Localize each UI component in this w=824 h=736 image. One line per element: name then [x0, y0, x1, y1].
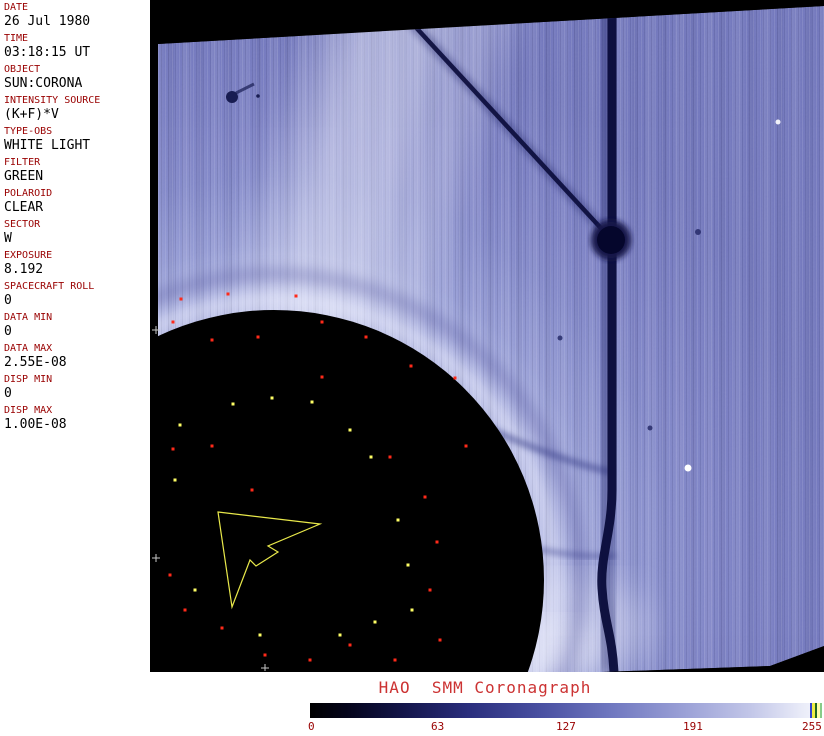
field-intensity-source: INTENSITY SOURCE (K+F)*V	[4, 95, 150, 122]
coronagraph-viewer-window: DATE 26 Jul 1980 TIME 03:18:15 UT OBJECT…	[0, 0, 824, 736]
field-value: 8.192	[4, 262, 150, 277]
field-label: DATA MIN	[4, 312, 150, 324]
colorbar-tick-127: 127	[556, 720, 576, 733]
field-label: DATA MAX	[4, 343, 150, 355]
field-type-obs: TYPE-OBS WHITE LIGHT	[4, 126, 150, 153]
field-disp-min: DISP MIN 0	[4, 374, 150, 401]
colorbar-tick-191: 191	[683, 720, 703, 733]
field-value: CLEAR	[4, 200, 150, 215]
field-value: 0	[4, 293, 150, 308]
field-polaroid: POLAROID CLEAR	[4, 188, 150, 215]
field-value: (K+F)*V	[4, 107, 150, 122]
pylon-joint-blob-core	[597, 226, 625, 254]
field-label: TIME	[4, 33, 150, 45]
field-data-min: DATA MIN 0	[4, 312, 150, 339]
metadata-panel: DATE 26 Jul 1980 TIME 03:18:15 UT OBJECT…	[0, 0, 150, 672]
field-object: OBJECT SUN:CORONA	[4, 64, 150, 91]
field-disp-max: DISP MAX 1.00E-08	[4, 405, 150, 432]
colorbar-tick-0: 0	[308, 720, 315, 733]
field-label: FILTER	[4, 157, 150, 169]
colorbar-tick-63: 63	[431, 720, 444, 733]
coronagraph-image	[150, 0, 824, 672]
field-value: 0	[4, 386, 150, 401]
image-title: HAO SMM Coronagraph	[379, 678, 592, 697]
field-label: SPACECRAFT ROLL	[4, 281, 150, 293]
colorbar-end-stripe	[820, 703, 822, 718]
field-label: DATE	[4, 2, 150, 14]
dust-speck	[256, 94, 260, 98]
field-filter: FILTER GREEN	[4, 157, 150, 184]
field-label: INTENSITY SOURCE	[4, 95, 150, 107]
field-label: TYPE-OBS	[4, 126, 150, 138]
field-sector: SECTOR W	[4, 219, 150, 246]
field-label: EXPOSURE	[4, 250, 150, 262]
field-date: DATE 26 Jul 1980	[4, 2, 150, 29]
field-value: 0	[4, 324, 150, 339]
image-display-area	[150, 0, 824, 672]
field-value: WHITE LIGHT	[4, 138, 150, 153]
field-label: OBJECT	[4, 64, 150, 76]
colorbar-tick-255: 255	[802, 720, 822, 733]
bright-speck-2	[685, 465, 692, 472]
field-value: 03:18:15 UT	[4, 45, 150, 60]
field-exposure: EXPOSURE 8.192	[4, 250, 150, 277]
field-label: DISP MAX	[4, 405, 150, 417]
field-value: 26 Jul 1980	[4, 14, 150, 29]
field-label: SECTOR	[4, 219, 150, 231]
field-value: 2.55E-08	[4, 355, 150, 370]
field-value: W	[4, 231, 150, 246]
field-time: TIME 03:18:15 UT	[4, 33, 150, 60]
field-data-max: DATA MAX 2.55E-08	[4, 343, 150, 370]
field-value: GREEN	[4, 169, 150, 184]
field-value: SUN:CORONA	[4, 76, 150, 91]
colorbar	[310, 703, 822, 718]
field-label: POLAROID	[4, 188, 150, 200]
field-label: DISP MIN	[4, 374, 150, 386]
footer: HAO SMM Coronagraph 0 63 127 191 255	[150, 672, 824, 736]
field-value: 1.00E-08	[4, 417, 150, 432]
field-spacecraft-roll: SPACECRAFT ROLL 0	[4, 281, 150, 308]
bright-speck-1	[776, 120, 781, 125]
